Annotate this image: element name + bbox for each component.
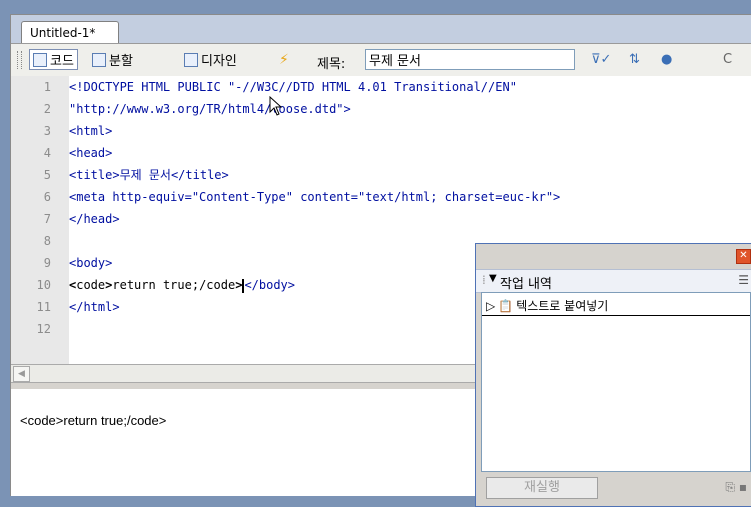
title-input[interactable] [365,49,575,70]
panel-options-icon[interactable]: ☰ [738,273,749,287]
code-view-label: 코드 [50,54,74,69]
code-line-2: 2 "http://www.w3.org/TR/html4/loose.dtd"> [43,102,351,116]
live-data-button[interactable]: ⚡ [276,49,292,70]
save-command-icon[interactable]: ▪ [739,480,747,494]
replay-button[interactable]: 재실행 [486,477,598,499]
paste-icon: 📋 [498,298,514,313]
code-line-7: 7 </head> [43,212,120,226]
document-tab-bar: Untitled-1* [11,15,751,43]
document-tab[interactable]: Untitled-1* [21,21,119,43]
code-line-8: 8 [43,234,51,248]
history-list[interactable]: ▷ 📋 텍스트로 붙여넣기 [481,292,751,472]
toolbar-grip[interactable] [17,51,22,69]
code-line-4: 4 <head> [43,146,113,160]
code-view-icon [33,52,47,67]
live-data-icon: ⚡ [279,51,289,68]
code-line-6: 6 <meta http-equiv="Content-Type" content… [43,190,561,204]
history-panel: ✕ ⁞ ▼ 작업 내역 ☰ ▷ 📋 텍스트로 붙여넣기 재실행 ⎘ ▪ [475,243,751,507]
history-panel-header[interactable]: ⁞ ▼ 작업 내역 ☰ [476,269,751,293]
split-view-icon [92,52,106,67]
code-line-9: 9 <body> [43,256,113,270]
history-slider-icon[interactable]: ▷ [486,299,495,313]
title-label: 제목: [317,57,346,72]
history-item-label: 텍스트로 붙여넣기 [516,299,609,313]
history-panel-title: 작업 내역 [500,277,552,292]
code-line-11: 11 </html> [36,300,120,314]
copy-steps-icon[interactable]: ⎘ [725,480,735,494]
validate-icon[interactable]: ⊽✓ [591,52,611,67]
design-view-text: <code>return true;/code> [20,413,167,428]
document-toolbar: 코드 분할 디자인 ⚡ 제목: ⊽✓ ⇅ ● C [11,43,751,77]
code-line-10: 10 <code>return true;/code> </body> [36,278,296,293]
close-icon[interactable]: ✕ [736,249,751,264]
code-view-button[interactable]: 코드 [29,49,78,70]
code-line-12: 12 [36,322,51,336]
collapse-triangle-icon[interactable]: ▼ [489,273,497,284]
code-line-5: 5 <title>무제 문서</title> [43,168,229,182]
design-view-button[interactable]: 디자인 [181,49,240,70]
history-item[interactable]: ▷ 📋 텍스트로 붙여넣기 [482,296,750,316]
browser-preview-icon[interactable]: ● [661,52,672,67]
document-window: Untitled-1* 코드 분할 디자인 ⚡ 제목: ⊽✓ ⇅ ● C 1<!… [10,14,751,507]
refresh-icon[interactable]: C [723,52,732,67]
file-management-icon[interactable]: ⇅ [629,52,640,67]
panel-grip-icon[interactable]: ⁞ [482,273,486,287]
split-view-button[interactable]: 분할 [89,49,136,70]
design-view-icon [184,52,198,67]
design-view-label: 디자인 [201,54,237,69]
scroll-left-icon[interactable]: ◀ [13,366,30,382]
code-line-1: 1 <!DOCTYPE HTML PUBLIC "-//W3C//DTD HTML… [43,80,517,94]
panel-footer-icons: ⎘ ▪ [725,480,747,495]
code-line-3: 3 <html> [43,124,113,138]
entity-gt: > [235,278,243,292]
mouse-pointer-icon [269,96,283,116]
split-view-label: 분할 [109,54,133,69]
